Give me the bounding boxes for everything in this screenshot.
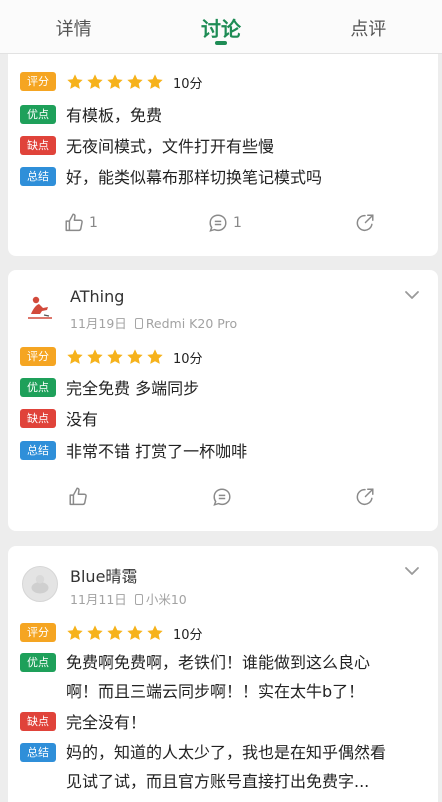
like-icon — [65, 213, 83, 232]
star-icon — [127, 349, 143, 364]
score-value: 10分 — [173, 76, 203, 92]
share-button[interactable] — [354, 484, 376, 510]
star-rating: 10分 — [66, 347, 203, 367]
review-actions — [8, 484, 438, 514]
star-rating: 10分 — [66, 623, 203, 643]
review-date: 11月19日 — [70, 316, 127, 331]
comment-button[interactable]: 1 — [207, 210, 242, 236]
username[interactable]: Blue晴霭 — [70, 563, 137, 587]
tab-label: 点评 — [350, 19, 387, 40]
star-icon — [87, 74, 103, 89]
star-icon — [127, 625, 143, 640]
share-icon — [356, 214, 374, 231]
avatar[interactable] — [22, 290, 58, 326]
star-icon — [67, 625, 83, 640]
comment-button[interactable] — [211, 484, 233, 510]
like-button[interactable]: 1 — [63, 210, 98, 236]
device-name: Redmi K20 Pro — [145, 316, 238, 331]
rating-tag: 评分 — [20, 623, 56, 642]
cons-text: 无夜间模式，文件打开有些慢 — [66, 137, 275, 156]
review-date: 11月11日 — [70, 592, 127, 607]
rating-tag: 评分 — [20, 347, 56, 366]
cons-tag: 缺点 — [20, 712, 56, 731]
review-header: Blue晴霭 11月11日 小米10 — [8, 546, 438, 616]
cons-text: 完全没有！ — [66, 713, 147, 732]
tab-details[interactable]: 详情 — [0, 0, 147, 53]
star-icon — [87, 349, 103, 364]
summary-text-line: 见试了试，而且官方账号直接打出免费字... — [66, 772, 370, 791]
summary-text: 好，能类似幕布那样切换笔记模式吗 — [66, 168, 323, 187]
comment-icon — [209, 214, 227, 232]
like-count: 1 — [89, 215, 98, 231]
review-actions: 1 1 — [8, 210, 438, 240]
tab-label: 讨论 — [200, 17, 241, 41]
star-icon — [67, 74, 83, 89]
review-card: 评分 10分 优点 有模板，免费 缺点 无夜间模式，文件打开有些慢 总结 好，能… — [8, 28, 438, 256]
rating-tag: 评分 — [20, 72, 56, 91]
star-icon — [67, 349, 83, 364]
avatar-figure-icon — [28, 296, 52, 319]
star-icon — [147, 625, 163, 640]
star-icon — [107, 625, 123, 640]
star-icon — [107, 349, 123, 364]
share-button[interactable] — [354, 210, 376, 236]
score-value: 10分 — [173, 351, 203, 367]
summary-text: 非常不错 打赏了一杯咖啡 — [66, 442, 248, 461]
like-button[interactable] — [67, 484, 89, 510]
avatar[interactable] — [22, 566, 58, 602]
pros-text: 免费啊免费啊，老铁们！谁能做到这么良心 啊！而且三端云同步啊！！实在太牛b了！ — [66, 648, 430, 706]
pros-tag: 优点 — [20, 378, 56, 397]
avatar-placeholder-icon — [31, 575, 49, 594]
comment-count: 1 — [233, 215, 242, 231]
summary-tag: 总结 — [20, 743, 56, 762]
summary-tag: 总结 — [20, 441, 56, 460]
star-icon — [147, 349, 163, 364]
chevron-down-icon[interactable] — [404, 564, 420, 578]
share-icon — [356, 488, 374, 505]
like-icon — [69, 487, 87, 506]
comment-icon — [213, 488, 231, 506]
review-card: AThing 11月19日 Redmi K20 Pro 评分 10分 优点 完全免… — [8, 270, 438, 531]
summary-text: 妈的，知道的人太少了，我也是在知乎偶然看 见试了试，而且官方账号直接打出免费字.… — [66, 738, 430, 796]
tab-label: 详情 — [55, 19, 92, 40]
phone-icon — [134, 318, 143, 329]
phone-icon — [134, 594, 143, 605]
tab-bar: 详情 讨论 点评 — [0, 0, 442, 54]
cons-tag: 缺点 — [20, 136, 56, 155]
summary-tag: 总结 — [20, 167, 56, 186]
review-meta: 11月11日 小米10 — [70, 589, 187, 608]
tab-reviews[interactable]: 点评 — [295, 0, 442, 53]
active-tab-indicator — [214, 41, 227, 45]
star-icon — [147, 74, 163, 89]
pros-tag: 优点 — [20, 653, 56, 672]
score-value: 10分 — [173, 627, 203, 643]
pros-text: 有模板，免费 — [66, 106, 163, 125]
review-meta: 11月19日 Redmi K20 Pro — [70, 313, 237, 332]
review-header: AThing 11月19日 Redmi K20 Pro — [8, 270, 438, 340]
chevron-down-icon[interactable] — [404, 288, 420, 302]
cons-text: 没有 — [66, 410, 99, 429]
device-name: 小米10 — [145, 592, 187, 607]
summary-text-line: 妈的，知道的人太少了，我也是在知乎偶然看 — [66, 743, 387, 762]
cons-tag: 缺点 — [20, 409, 56, 428]
pros-text-line: 免费啊免费啊，老铁们！谁能做到这么良心 — [66, 653, 371, 672]
username[interactable]: AThing — [70, 287, 124, 306]
pros-text-line: 啊！而且三端云同步啊！！实在太牛b了！ — [66, 682, 365, 701]
star-icon — [107, 74, 123, 89]
star-rating: 10分 — [66, 72, 203, 92]
review-card: Blue晴霭 11月11日 小米10 评分 10分 优点 免费啊免费啊，老铁们！谁… — [8, 546, 438, 802]
pros-tag: 优点 — [20, 105, 56, 124]
pros-text: 完全免费 多端同步 — [66, 379, 200, 398]
tab-discussion[interactable]: 讨论 — [147, 0, 294, 53]
star-icon — [127, 74, 143, 89]
star-icon — [87, 625, 103, 640]
